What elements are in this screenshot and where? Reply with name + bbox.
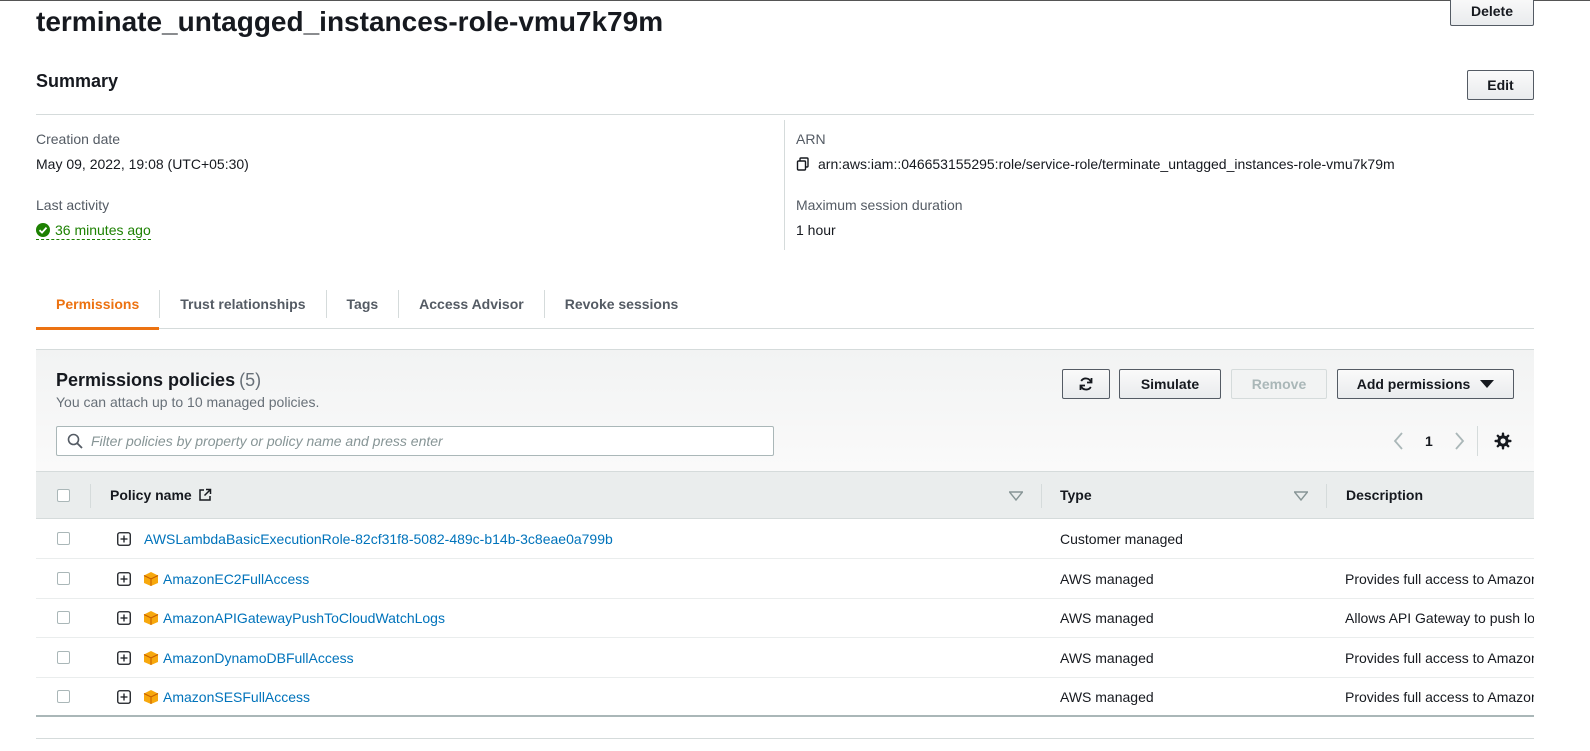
expand-plus-icon xyxy=(117,611,131,625)
add-permissions-button[interactable]: Add permissions xyxy=(1337,369,1514,399)
pagination: 1 xyxy=(1393,430,1465,452)
top-border xyxy=(0,0,1590,1)
expand-row[interactable] xyxy=(117,598,137,638)
panel-title-text: Permissions policies xyxy=(56,370,236,390)
gear-icon[interactable] xyxy=(1494,432,1512,450)
role-tabs: Permissions Trust relationships Tags Acc… xyxy=(36,279,1534,330)
arn-value: arn:aws:iam::046653155295:role/service-r… xyxy=(818,156,1395,172)
table-row: AmazonDynamoDBFullAccess AWS managed Pro… xyxy=(36,638,1534,678)
expand-plus-icon xyxy=(117,690,131,704)
tab-permissions[interactable]: Permissions xyxy=(36,279,160,330)
table-row: AmazonEC2FullAccess AWS managed Provides… xyxy=(36,559,1534,599)
tab-tags[interactable]: Tags xyxy=(327,279,399,329)
policy-name-link[interactable]: AmazonAPIGatewayPushToCloudWatchLogs xyxy=(163,598,1033,638)
policy-description: Provides full access to Amazon xyxy=(1345,571,1534,587)
column-policy-name-label: Policy name xyxy=(110,487,192,503)
table-header: Policy name Type Description xyxy=(36,471,1534,519)
creation-date-value: May 09, 2022, 19:08 (UTC+05:30) xyxy=(36,156,249,172)
row-checkbox[interactable] xyxy=(57,532,70,545)
expand-plus-icon xyxy=(117,532,131,546)
panel-title: Permissions policies (5) xyxy=(56,370,261,391)
simulate-button[interactable]: Simulate xyxy=(1119,369,1221,399)
aws-managed-cube-icon xyxy=(143,638,161,678)
policy-type: AWS managed xyxy=(1060,689,1154,705)
policy-type: AWS managed xyxy=(1060,650,1154,666)
column-divider xyxy=(1326,484,1327,508)
policy-description xyxy=(1345,519,1534,559)
row-checkbox[interactable] xyxy=(57,651,70,664)
row-checkbox[interactable] xyxy=(57,690,70,703)
policy-type: AWS managed xyxy=(1060,571,1154,587)
policy-type: AWS managed xyxy=(1060,610,1154,626)
policy-count: (5) xyxy=(239,370,262,390)
expand-row[interactable] xyxy=(117,559,137,599)
policy-name-link[interactable]: AmazonEC2FullAccess xyxy=(163,559,1033,599)
panel-header: Permissions policies (5) You can attach u… xyxy=(36,350,1534,471)
search-icon xyxy=(67,433,83,449)
tab-trust-relationships[interactable]: Trust relationships xyxy=(160,279,325,329)
arn-row: arn:aws:iam::046653155295:role/service-r… xyxy=(796,156,1395,172)
aws-managed-cube-icon xyxy=(143,598,161,638)
max-session-label: Maximum session duration xyxy=(796,197,963,213)
refresh-button[interactable] xyxy=(1062,369,1110,399)
table-row: AmazonSESFullAccess AWS managed Provides… xyxy=(36,677,1534,717)
expand-plus-icon xyxy=(117,651,131,665)
success-check-icon xyxy=(36,223,50,237)
chevron-right-icon[interactable] xyxy=(1453,430,1465,452)
last-activity-label: Last activity xyxy=(36,197,110,213)
page-number[interactable]: 1 xyxy=(1425,433,1433,449)
policy-description: Allows API Gateway to push lo xyxy=(1345,610,1534,626)
refresh-icon xyxy=(1079,377,1093,391)
expand-row[interactable] xyxy=(117,638,137,678)
expand-plus-icon xyxy=(117,572,131,586)
aws-managed-cube-icon xyxy=(143,559,161,599)
select-all-checkbox[interactable] xyxy=(57,489,70,502)
sort-caret-icon[interactable] xyxy=(1009,491,1023,501)
table-row: AWSLambdaBasicExecutionRole-82cf31f8-508… xyxy=(36,519,1534,559)
summary-divider xyxy=(36,114,1534,115)
aws-managed-cube-icon xyxy=(143,677,161,717)
row-checkbox[interactable] xyxy=(57,572,70,585)
row-checkbox[interactable] xyxy=(57,611,70,624)
sort-caret-icon[interactable] xyxy=(1294,491,1308,501)
caret-down-icon xyxy=(1480,380,1495,388)
summary-column-divider xyxy=(784,120,785,250)
policy-name-link[interactable]: AmazonDynamoDBFullAccess xyxy=(163,638,1033,678)
column-header-type[interactable]: Type xyxy=(1060,472,1092,518)
permissions-policies-panel: Permissions policies (5) You can attach u… xyxy=(36,349,1534,717)
edit-button[interactable]: Edit xyxy=(1467,70,1534,100)
tab-access-advisor[interactable]: Access Advisor xyxy=(399,279,544,329)
remove-button[interactable]: Remove xyxy=(1231,369,1327,399)
arn-label: ARN xyxy=(796,131,826,147)
last-activity-status[interactable]: 36 minutes ago xyxy=(36,222,151,240)
section-divider xyxy=(36,738,1534,739)
policy-description: Provides full access to Amazon xyxy=(1345,650,1534,666)
policy-description: Provides full access to Amazon xyxy=(1345,689,1534,705)
column-header-policy-name[interactable]: Policy name xyxy=(110,472,212,518)
policy-search-input[interactable] xyxy=(91,433,751,449)
expand-row[interactable] xyxy=(117,677,137,717)
policy-name-link[interactable]: AmazonSESFullAccess xyxy=(163,677,1033,717)
copy-icon[interactable] xyxy=(796,157,810,171)
panel-subtitle: You can attach up to 10 managed policies… xyxy=(56,394,320,410)
tab-revoke-sessions[interactable]: Revoke sessions xyxy=(545,279,699,329)
policy-type: Customer managed xyxy=(1060,531,1183,547)
chevron-left-icon[interactable] xyxy=(1393,430,1405,452)
column-divider xyxy=(1041,484,1042,508)
summary-title: Summary xyxy=(36,71,119,91)
delete-button[interactable]: Delete xyxy=(1450,0,1534,26)
add-permissions-label: Add permissions xyxy=(1356,376,1471,392)
pagination-divider xyxy=(1477,426,1478,456)
column-divider xyxy=(90,484,91,508)
last-activity-value: 36 minutes ago xyxy=(55,222,151,238)
max-session-value: 1 hour xyxy=(796,222,836,238)
creation-date-label: Creation date xyxy=(36,131,121,147)
page-title: terminate_untagged_instances-role-vmu7k7… xyxy=(36,6,664,37)
policy-search xyxy=(56,426,774,456)
expand-row[interactable] xyxy=(117,519,137,559)
table-row: AmazonAPIGatewayPushToCloudWatchLogs AWS… xyxy=(36,598,1534,638)
external-link-icon xyxy=(198,488,211,501)
policy-name-link[interactable]: AWSLambdaBasicExecutionRole-82cf31f8-508… xyxy=(144,519,1034,559)
column-header-description[interactable]: Description xyxy=(1346,472,1423,518)
